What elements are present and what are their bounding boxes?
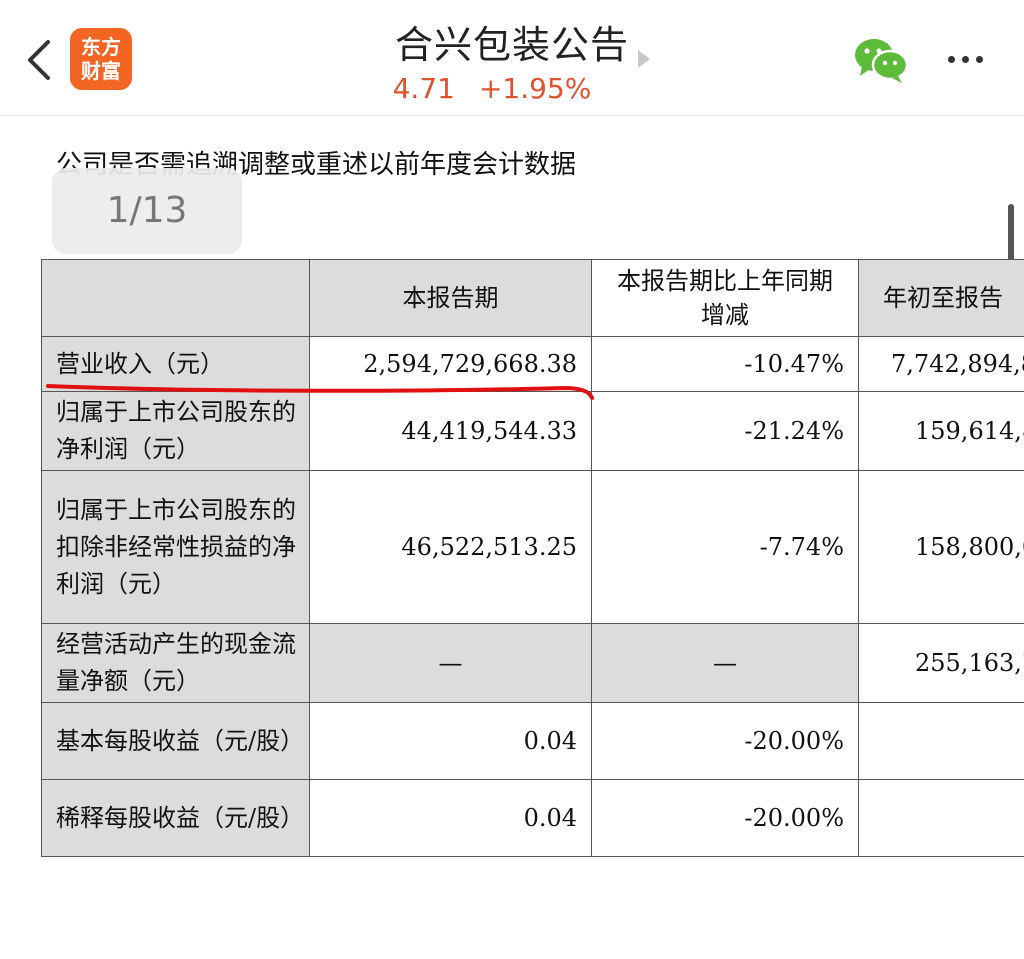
yoy-change-value: — [591,623,859,703]
current-period-value: 0.04 [309,779,592,857]
yoy-change-value: -21.24% [591,391,859,471]
yoy-change-value: -20.00% [591,702,859,780]
title-arrow-icon[interactable] [638,50,650,68]
table-header-cell: 本报告期比上年同期增减 [591,259,859,337]
current-period-value: 0.04 [309,702,592,780]
yoy-change-value: -7.74% [591,470,859,624]
table-header-blank [41,259,310,337]
table-row: 经营活动产生的现金流量净额（元） — — 255,163,7 [41,623,1024,703]
stock-quote: 4.71 +1.95% [0,72,984,105]
yoy-change-value: -20.00% [591,779,859,857]
wechat-icon[interactable] [852,36,910,84]
ytd-value [858,702,1024,780]
stock-price: 4.71 [392,72,455,105]
table-row: 基本每股收益（元/股） 0.04 -20.00% [41,702,1024,780]
ytd-value: 255,163,7 [858,623,1024,703]
row-label: 稀释每股收益（元/股） [41,779,310,857]
table-header-row: 本报告期 本报告期比上年同期增减 年初至报告 [41,259,1024,337]
table-header-cell: 本报告期 [309,259,592,337]
ytd-value [858,779,1024,857]
current-period-value: 46,522,513.25 [309,470,592,624]
red-underline-annotation [46,384,594,400]
current-period-value: — [309,623,592,703]
ytd-value: 158,800,0 [858,470,1024,624]
table-row: 稀释每股收益（元/股） 0.04 -20.00% [41,779,1024,857]
page-indicator: 1/13 [106,190,188,231]
ytd-value: 159,614,8 [858,391,1024,471]
table-row: 归属于上市公司股东的扣除非经常性损益的净利润（元） 46,522,513.25 … [41,470,1024,624]
app-header: 东方 财富 合兴包装公告 4.71 +1.95% [0,0,1024,116]
ytd-value: 7,742,894,8 [858,336,1024,392]
yoy-change-value: -10.47% [591,336,859,392]
row-label: 归属于上市公司股东的扣除非经常性损益的净利润（元） [41,470,310,624]
row-label: 经营活动产生的现金流量净额（元） [41,623,310,703]
financial-data-table: 本报告期 本报告期比上年同期增减 年初至报告 营业收入（元） 2,594,729… [41,259,1024,857]
stock-change: +1.95% [478,72,592,105]
row-label: 基本每股收益（元/股） [41,702,310,780]
more-dots-icon[interactable] [948,44,992,74]
table-header-cell: 年初至报告 [858,259,1024,337]
